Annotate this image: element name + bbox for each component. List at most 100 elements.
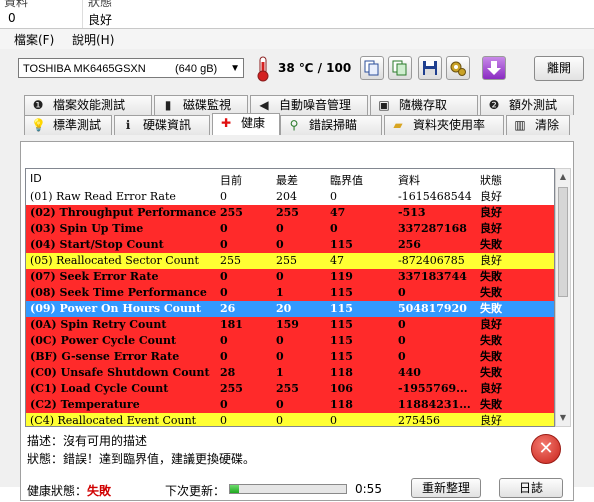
menu-file[interactable]: 檔案(F): [14, 31, 54, 48]
col-header-worst[interactable]: 最差: [276, 172, 298, 188]
tab-top-3[interactable]: ▣ 隨機存取: [370, 95, 478, 115]
file-speed-icon: ❶: [32, 98, 44, 112]
cell-id: (C2) Temperature: [30, 398, 140, 411]
col-header-threshold[interactable]: 臨界值: [330, 172, 363, 188]
folder-icon: ▰: [393, 118, 403, 132]
cell-thr: 0: [330, 222, 338, 235]
cell-id: (0A) Spin Retry Count: [30, 318, 167, 331]
cell-cur: 0: [220, 350, 228, 363]
log-button[interactable]: 日誌: [499, 478, 563, 498]
col-header-data[interactable]: 資料: [398, 172, 420, 188]
drive-select[interactable]: TOSHIBA MK6465GSXN (640 gB) ▼: [18, 58, 244, 78]
cell-status: 失敗: [480, 238, 502, 251]
bulb-icon: 💡: [31, 118, 46, 132]
refresh-button[interactable]: 重新整理: [411, 478, 481, 498]
cell-status: 失敗: [480, 398, 502, 411]
copy-image-icon: [392, 60, 407, 76]
cell-status: 失敗: [480, 302, 502, 315]
download-button[interactable]: [482, 56, 506, 80]
cell-worst: 0: [276, 334, 284, 347]
cell-id: (04) Start/Stop Count: [30, 238, 164, 251]
bg-header-col2: 狀態: [88, 0, 113, 9]
cell-worst: 0: [276, 350, 284, 363]
table-row[interactable]: (05) Reallocated Sector Count 255 255 47 -87…: [26, 253, 554, 269]
tab-bottom-2[interactable]: ✚ 健康: [212, 113, 280, 135]
cell-cur: 0: [220, 398, 228, 411]
menu-help[interactable]: 說明(H): [72, 31, 114, 48]
tab-bottom-3[interactable]: ⚲ 錯誤掃瞄: [280, 115, 382, 135]
temperature-readout: 38 ℃ / 100: [278, 61, 352, 75]
options-button[interactable]: [446, 56, 470, 80]
cell-status: 失敗: [480, 366, 502, 379]
cell-data: -1615468544: [398, 190, 472, 203]
countdown-timer: 0:55: [355, 482, 382, 496]
tab-bottom-1[interactable]: ℹ 硬碟資訊: [114, 115, 210, 135]
tab-top-4[interactable]: ❷ 額外測試: [480, 95, 574, 115]
copy-text-button[interactable]: [360, 56, 384, 80]
cell-cur: 0: [220, 222, 228, 235]
cell-worst: 0: [276, 414, 283, 427]
tab-label: 額外測試: [509, 98, 558, 112]
table-row[interactable]: (BF) G-sense Error Rate 0 0 115 0 失敗: [26, 349, 554, 365]
table-row[interactable]: (08) Seek Time Performance 0 1 115 0 失敗: [26, 285, 554, 301]
col-header-status[interactable]: 狀態: [480, 172, 502, 188]
cell-data: 0: [398, 318, 406, 331]
cell-data: 440: [398, 366, 421, 379]
scroll-up-icon[interactable]: ▲: [556, 169, 570, 185]
table-row[interactable]: (09) Power On Hours Count 26 20 115 50481792…: [26, 301, 554, 317]
col-header-id[interactable]: ID: [30, 172, 42, 185]
cell-data: 0: [398, 350, 406, 363]
table-row[interactable]: (03) Spin Up Time 0 0 0 337287168 良好: [26, 221, 554, 237]
tab-label: 清除: [535, 118, 560, 132]
cell-worst: 0: [276, 238, 284, 251]
cell-thr: 106: [330, 382, 353, 395]
tab-top-0[interactable]: ❶ 檔案效能測試: [24, 95, 152, 115]
exit-button[interactable]: 離開: [534, 56, 584, 81]
tab-top-2[interactable]: ◀ 自動噪音管理: [250, 95, 368, 115]
tab-bottom-4[interactable]: ▰ 資料夾使用率: [384, 115, 504, 135]
error-icon: ✕: [531, 434, 561, 464]
description-text: 描述：沒有可用的描述: [27, 434, 148, 448]
table-row[interactable]: (C1) Load Cycle Count 255 255 106 -1955769..…: [26, 381, 554, 397]
cell-id: (02) Throughput Performance: [30, 206, 216, 219]
cell-worst: 255: [276, 206, 299, 219]
table-row[interactable]: (0C) Power Cycle Count 0 0 115 0 失敗: [26, 333, 554, 349]
cell-thr: 0: [330, 414, 337, 427]
copy-screenshot-button[interactable]: [388, 56, 412, 80]
cell-worst: 159: [276, 318, 299, 331]
bg-header-col1: 資料: [4, 0, 29, 9]
hdtune-window: 檔案(F) 說明(H) TOSHIBA MK6465GSXN (640 gB) …: [0, 28, 594, 501]
status-text: 狀態：錯誤！達到臨界值，建議更換硬碟。: [27, 452, 256, 466]
background-list: 資料 狀態 0 良好: [0, 0, 594, 29]
table-row[interactable]: (02) Throughput Performance 255 255 47 -513 良…: [26, 205, 554, 221]
table-row[interactable]: (04) Start/Stop Count 0 0 115 256 失敗: [26, 237, 554, 253]
table-row[interactable]: (C2) Temperature 0 0 118 11884231... 失敗: [26, 397, 554, 413]
cell-cur: 0: [220, 414, 227, 427]
tab-bottom-0[interactable]: 💡 標準測試: [24, 115, 112, 135]
scroll-thumb[interactable]: [558, 187, 568, 297]
scroll-down-icon[interactable]: ▼: [556, 410, 570, 426]
table-row[interactable]: (C0) Unsafe Shutdown Count 28 1 118 440 失敗: [26, 365, 554, 381]
cell-cur: 255: [220, 382, 243, 395]
table-scrollbar[interactable]: ▲ ▼: [555, 168, 571, 427]
col-header-current[interactable]: 目前: [220, 172, 242, 188]
thermometer-icon: [257, 56, 269, 82]
tab-label: 隨機存取: [399, 98, 448, 112]
table-row[interactable]: (C4) Reallocated Event Count 0 0 0 275456 良好: [26, 413, 554, 427]
cell-cur: 0: [220, 270, 228, 283]
cell-thr: 115: [330, 318, 353, 331]
table-row[interactable]: (0A) Spin Retry Count 181 159 115 0 良好: [26, 317, 554, 333]
tab-bottom-5[interactable]: ▥ 清除: [506, 115, 570, 135]
smart-attribute-table[interactable]: ID 目前 最差 臨界值 資料 狀態 (01) Raw Read Error R…: [25, 168, 555, 427]
cell-id: (0C) Power Cycle Count: [30, 334, 177, 347]
cell-status: 良好: [480, 382, 502, 395]
cell-worst: 255: [276, 382, 299, 395]
save-button[interactable]: [418, 56, 442, 80]
tab-top-1[interactable]: ▮ 磁碟監視: [154, 95, 248, 115]
table-row[interactable]: (07) Seek Error Rate 0 0 119 337183744 失敗: [26, 269, 554, 285]
cell-cur: 255: [220, 254, 241, 267]
cell-thr: 47: [330, 206, 346, 219]
table-row[interactable]: (01) Raw Read Error Rate 0 204 0 -1615468544…: [26, 189, 554, 205]
tab-label: 標準測試: [53, 118, 102, 132]
cell-cur: 0: [220, 334, 228, 347]
